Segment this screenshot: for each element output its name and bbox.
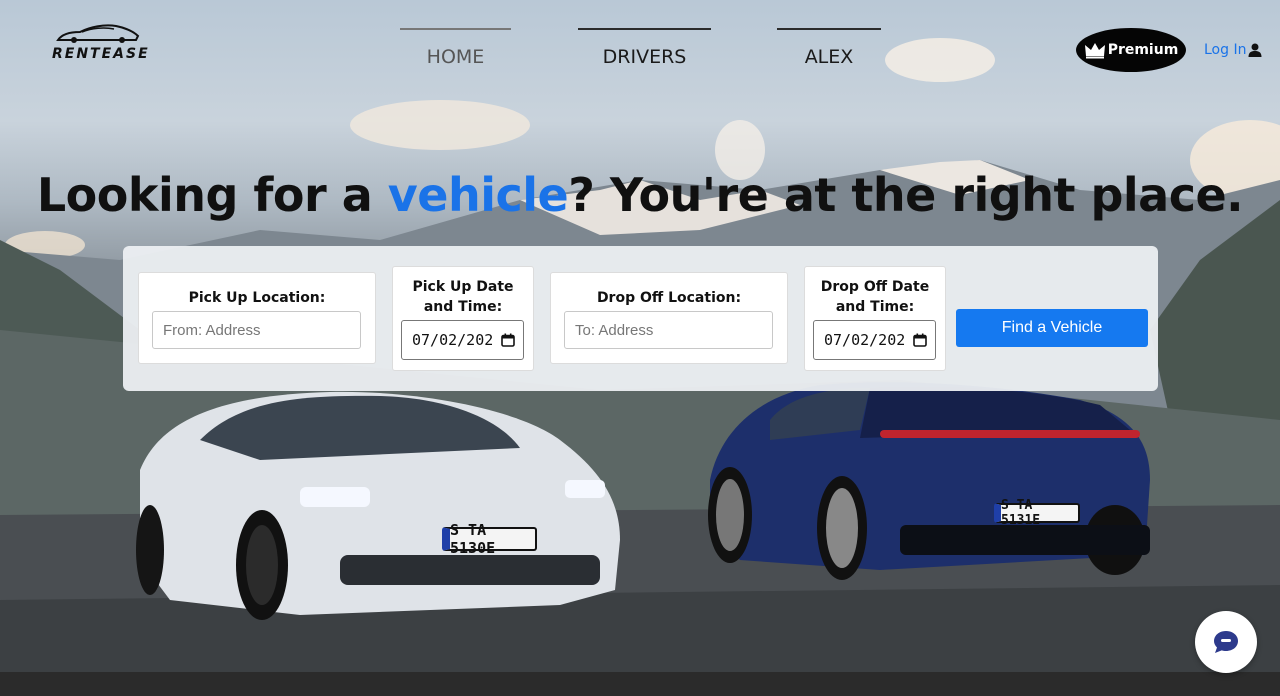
nav-drivers[interactable]: DRIVERS xyxy=(578,28,711,72)
chat-button[interactable] xyxy=(1195,611,1257,673)
calendar-icon[interactable] xyxy=(913,333,927,347)
headline-accent: vehicle xyxy=(387,168,569,222)
login-label: Log In xyxy=(1204,42,1247,58)
dropoff-location-placeholder: To: Address xyxy=(575,321,654,339)
license-plate-left: S TA 5130E xyxy=(442,521,537,557)
crown-icon xyxy=(1084,43,1105,59)
footer-bar xyxy=(0,672,1280,696)
pickup-date-value: 07/02/202 xyxy=(412,331,494,349)
dropoff-location-label: Drop Off Location: xyxy=(596,290,742,306)
dropoff-date-label: Drop Off Date and Time: xyxy=(820,279,930,315)
chat-icon xyxy=(1214,631,1238,653)
login-link[interactable]: Log In xyxy=(1204,42,1262,58)
dropoff-location-input[interactable]: To: Address xyxy=(564,311,773,349)
car-logo-icon xyxy=(56,24,140,43)
plate-right-text: S TA 5131E xyxy=(1001,498,1041,528)
headline-text-2: ? You're at the right place. xyxy=(568,168,1244,222)
license-plate-right: S TA 5131E xyxy=(994,498,1080,528)
brand-name: RENTEASE xyxy=(52,46,150,62)
headline-text-1: Looking for a xyxy=(36,168,388,222)
hero-headline: Looking for a vehicle? You're at the rig… xyxy=(0,168,1280,222)
pickup-date-input[interactable]: 07/02/202 xyxy=(401,320,524,360)
pickup-location-input[interactable]: From: Address xyxy=(152,311,361,349)
nav-alex[interactable]: ALEX xyxy=(777,28,881,72)
find-vehicle-button[interactable]: Find a Vehicle xyxy=(956,309,1148,347)
dropoff-date-input[interactable]: 07/02/202 xyxy=(813,320,936,360)
premium-button[interactable]: Premium xyxy=(1076,28,1186,72)
dropoff-date-value: 07/02/202 xyxy=(824,331,906,349)
premium-label: Premium xyxy=(1107,42,1179,58)
pickup-location-placeholder: From: Address xyxy=(163,321,261,339)
pickup-location-label: Pick Up Location: xyxy=(188,290,326,306)
nav-home[interactable]: HOME xyxy=(400,28,511,72)
plate-left-text: S TA 5130E xyxy=(450,521,496,557)
brand-logo[interactable]: RENTEASE xyxy=(52,22,150,62)
calendar-icon[interactable] xyxy=(501,333,515,347)
user-icon xyxy=(1248,43,1262,57)
pickup-date-label: Pick Up Date and Time: xyxy=(412,279,514,315)
